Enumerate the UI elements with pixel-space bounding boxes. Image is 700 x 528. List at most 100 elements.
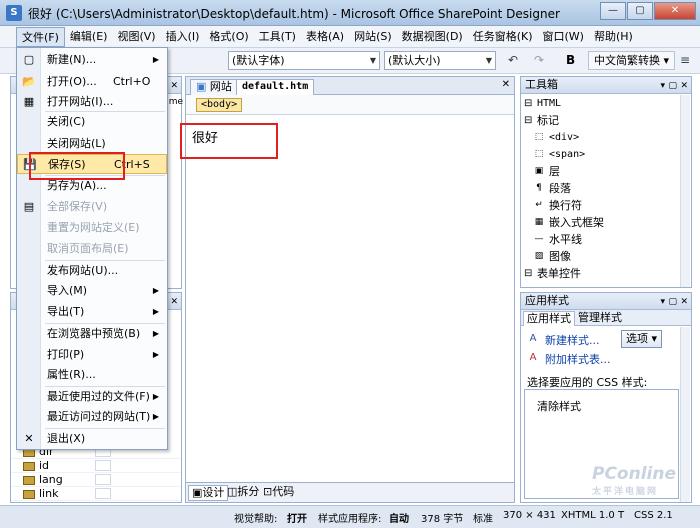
clear-styles-item[interactable]: 清除样式 [537,398,581,414]
attach-stylesheet-link[interactable]: 附加样式表... [545,351,611,367]
menu-insert[interactable]: 插入(I) [161,27,205,47]
tab-design[interactable]: ▣设计 [188,485,229,501]
file-menu-item[interactable]: ▤ 全部保存(V) [17,197,167,217]
menu-task-panes[interactable]: 任务窗格(K) [468,27,538,47]
menu-window[interactable]: 窗口(W) [538,27,589,47]
visual-help-value[interactable]: 打开 [287,510,307,525]
panel-close-icon[interactable]: ✕ [170,294,178,310]
toolbox-item[interactable]: ⬚ <span> [521,146,691,163]
file-menu-item[interactable]: ▢ 新建(N)... ▶ [17,50,167,70]
file-menu-item-label: 打开(O)... [47,75,97,88]
tab-code[interactable]: ⊡代码 [260,485,297,501]
annotation-highlight-box [29,152,125,180]
menu-edit[interactable]: 编辑(E) [65,27,113,47]
minimize-button[interactable]: — [600,2,626,20]
new-style-link[interactable]: 新建样式... [545,332,600,348]
toolbox-item[interactable]: ▨ 图像 [521,248,691,265]
toolbox-item[interactable]: ⬚ <div> [521,129,691,146]
attribute-value-cell[interactable] [95,488,111,499]
attribute-row[interactable]: lang [11,473,181,487]
file-menu-item[interactable]: 关闭(C) [17,112,167,132]
file-menu-item-label: 导入(M) [47,284,88,297]
file-menu-item[interactable]: ✕ 退出(X) [17,429,167,449]
file-menu-item[interactable]: 重置为网站定义(E) [17,218,167,238]
doctype[interactable]: XHTML 1.0 T [561,510,624,521]
file-menu-item[interactable]: 打印(P) ▶ [17,345,167,365]
toolbox-item[interactable]: ¶ 段落 [521,180,691,197]
toolbox-item[interactable]: ▦ 嵌入式框架 [521,214,691,231]
panel-close-icon[interactable]: ✕ [680,294,688,310]
toolbox-item[interactable]: ▣ 层 [521,163,691,180]
file-menu-item[interactable]: 最近访问过的网站(T) ▶ [17,407,167,427]
panel-close-icon[interactable]: ✕ [680,78,688,94]
options-button[interactable]: 选项 ▾ [621,330,663,348]
toolbox-group[interactable]: ⊟ 标记 [521,112,691,129]
menu-tools[interactable]: 工具(T) [254,27,301,47]
design-canvas[interactable]: 很好 [180,117,514,482]
page-dimensions: 370 × 431 [503,510,556,521]
file-menu-item[interactable]: 导入(M) ▶ [17,281,167,301]
styles-scrollbar[interactable] [680,327,690,502]
rendering-mode: 标准 [473,514,493,525]
collapse-icon[interactable]: ⊟ [524,112,532,129]
tab-split[interactable]: ◫拆分 [224,485,262,501]
style-application-value[interactable]: 自动 [389,510,409,525]
toolbox-item[interactable]: ↵ 换行符 [521,197,691,214]
submenu-arrow-icon: ▶ [152,286,159,295]
maximize-button[interactable]: ▢ [627,2,653,20]
panel-maximize-icon[interactable]: ▢ [668,78,677,94]
menu-table[interactable]: 表格(A) [301,27,349,47]
toolbox-group[interactable]: ⊟ HTML [521,95,691,112]
file-menu-item[interactable]: 在浏览器中预览(B) ▶ [17,324,167,344]
toolbox-group[interactable]: ⊟ 表单控件 [521,265,691,282]
redo-icon[interactable]: ↷ [534,52,544,69]
tab-apply-styles[interactable]: 应用样式 [523,311,575,326]
file-menu-item-label: 重置为网站定义(E) [47,221,140,234]
css-version[interactable]: CSS 2.1 [634,510,673,521]
collapse-icon[interactable]: ⊟ [524,95,532,112]
menu-format[interactable]: 格式(O) [204,27,253,47]
file-menu-item[interactable]: ▦ 打开网站(I)... [17,92,167,112]
panel-close-icon[interactable]: ✕ [170,78,178,94]
select-css-label: 选择要应用的 CSS 样式: [527,376,648,389]
file-menu-item[interactable]: 导出(T) ▶ [17,302,167,322]
collapse-icon[interactable]: ⊟ [524,265,532,282]
chinese-conversion-button[interactable]: 中文简繁转换 ▾ [588,51,676,70]
alignment-icon[interactable]: ≡ [680,52,690,69]
panel-dropdown-icon[interactable]: ▾ [660,78,665,94]
toolbox-scrollbar[interactable] [680,95,690,287]
pconline-watermark: PConline 太平洋电脑网 [592,464,676,497]
menu-site[interactable]: 网站(S) [349,27,397,47]
attribute-value-cell[interactable] [95,474,111,485]
tab-manage-styles[interactable]: 管理样式 [575,311,625,326]
menu-separator [45,260,165,261]
file-menu-item[interactable]: 发布网站(U)... [17,261,167,281]
file-menu-item[interactable]: 属性(R)... [17,365,167,385]
undo-icon[interactable]: ↶ [508,52,518,69]
panel-dropdown-icon[interactable]: ▾ [660,294,665,310]
font-family-value: (默认字体) [232,54,285,67]
menu-file[interactable]: 文件(F) [16,26,65,47]
close-window-button[interactable]: ✕ [654,2,696,20]
close-document-icon[interactable]: ✕ [502,79,510,90]
tab-website[interactable]: ▣ 网站 [190,79,238,95]
toolbox-item[interactable]: — 水平线 [521,231,691,248]
attribute-value-cell[interactable] [95,460,111,471]
bold-button[interactable]: B [566,52,575,69]
file-menu-item-label: 发布网站(U)... [47,264,119,277]
tab-default-htm[interactable]: default.htm [236,79,315,95]
font-size-select[interactable]: (默认大小) ▼ [384,51,496,70]
font-family-select[interactable]: (默认字体) ▼ [228,51,380,70]
file-menu-item[interactable]: 📂 打开(O)... Ctrl+O [17,72,167,92]
file-menu-item[interactable]: 最近使用过的文件(F) ▶ [17,387,167,407]
body-tag-chip[interactable]: <body> [196,98,243,112]
attribute-icon [23,490,35,499]
menu-data-view[interactable]: 数据视图(D) [397,27,468,47]
attribute-row[interactable]: id [11,459,181,473]
attribute-row[interactable]: link [11,487,181,501]
panel-maximize-icon[interactable]: ▢ [668,294,677,310]
file-menu-item[interactable]: 取消页面布局(E) [17,239,167,259]
menu-view[interactable]: 视图(V) [112,27,160,47]
menu-help[interactable]: 帮助(H) [589,27,638,47]
file-menu-item[interactable]: 关闭网站(L) [17,134,167,154]
